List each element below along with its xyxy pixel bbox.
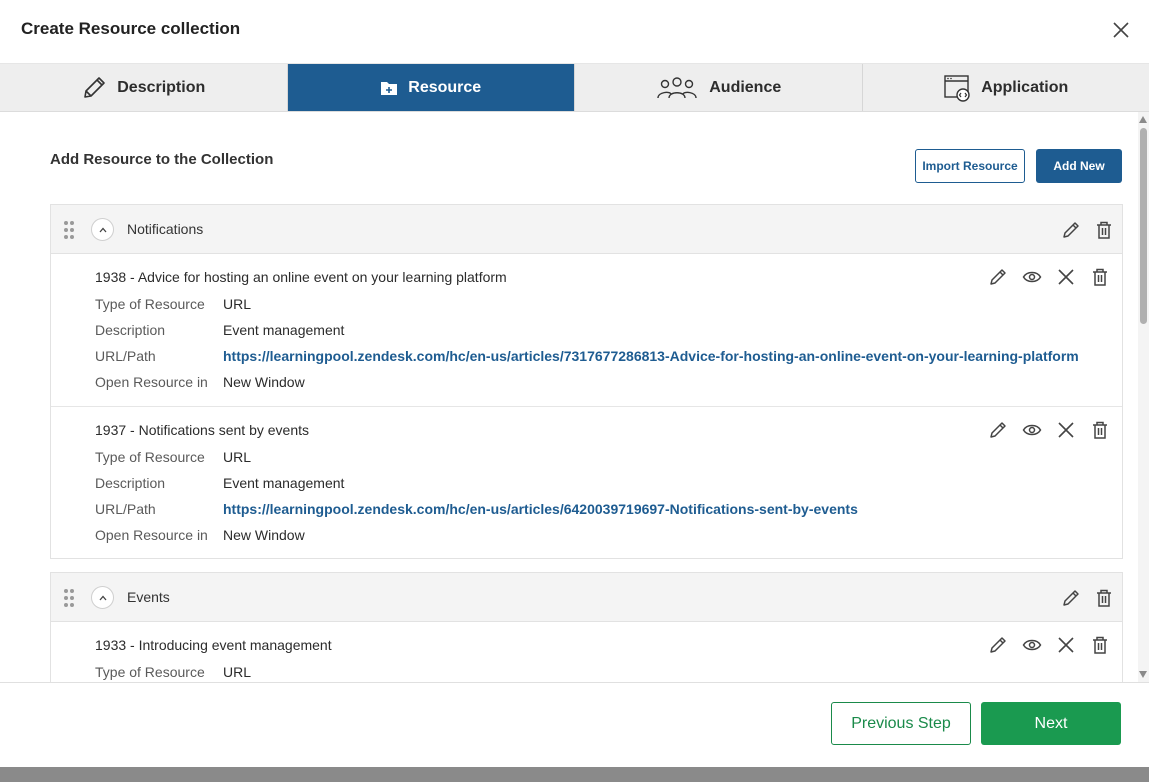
people-icon <box>655 76 699 100</box>
trash-icon[interactable] <box>1089 266 1110 287</box>
tab-application[interactable]: Application <box>863 64 1149 111</box>
field-value: Event management <box>223 322 345 338</box>
resource-actions <box>987 634 1110 655</box>
field-value: URL <box>223 296 252 312</box>
field-label: URL/Path <box>95 501 156 517</box>
edit-icon[interactable] <box>987 419 1008 440</box>
wizard-tabs: Description Resource Audience Applicatio… <box>0 64 1149 112</box>
resource-actions <box>987 266 1110 287</box>
resource-title: 1933 - Introducing event management <box>95 637 332 653</box>
group-name: Notifications <box>127 221 204 237</box>
group-header: Events <box>51 573 1122 622</box>
field-label: Type of Resource <box>95 296 205 312</box>
open-in-row: Open Resource in New Window <box>95 527 305 543</box>
description-row: Description Event management <box>95 475 344 491</box>
edit-icon[interactable] <box>987 634 1008 655</box>
tab-description[interactable]: Description <box>0 64 288 111</box>
create-resource-collection-dialog: Create Resource collection Description R… <box>0 0 1149 767</box>
content-scrollbar[interactable] <box>1138 112 1149 682</box>
tab-audience[interactable]: Audience <box>575 64 863 111</box>
type-row: Type of Resource URL <box>95 449 251 465</box>
edit-icon[interactable] <box>1060 587 1081 608</box>
field-label: Open Resource in <box>95 374 208 390</box>
description-row: Description Event management <box>95 322 344 338</box>
field-label: Description <box>95 322 166 338</box>
field-label: URL/Path <box>95 348 156 364</box>
edit-icon[interactable] <box>987 266 1008 287</box>
import-resource-button[interactable]: Import Resource <box>915 149 1025 183</box>
chevron-up-icon[interactable] <box>91 586 114 609</box>
previous-step-button[interactable]: Previous Step <box>831 702 971 745</box>
resource-content: Add Resource to the Collection Import Re… <box>0 112 1149 682</box>
eye-icon[interactable] <box>1021 266 1042 287</box>
resource-actions <box>987 419 1110 440</box>
close-icon[interactable] <box>1055 266 1076 287</box>
close-icon[interactable] <box>1055 419 1076 440</box>
resource-title: 1937 - Notifications sent by events <box>95 422 310 438</box>
group-name: Events <box>127 589 170 605</box>
trash-icon[interactable] <box>1093 587 1114 608</box>
field-value: URL <box>223 664 252 680</box>
dialog-title: Create Resource collection <box>21 19 241 38</box>
drag-handle-icon[interactable] <box>63 588 75 608</box>
field-value: New Window <box>223 374 305 390</box>
application-window-icon <box>943 74 971 102</box>
field-label: Type of Resource <box>95 449 205 465</box>
field-value: New Window <box>223 527 305 543</box>
eye-icon[interactable] <box>1021 634 1042 655</box>
group-header: Notifications <box>51 205 1122 254</box>
tab-label: Audience <box>709 78 782 96</box>
tab-label: Application <box>981 78 1069 96</box>
resource-title: 1938 - Advice for hosting an online even… <box>95 269 507 285</box>
resource-group-notifications: Notifications 1938 - Advice for hosting … <box>50 204 1123 559</box>
pencil-icon <box>81 75 107 101</box>
tab-label: Description <box>117 78 206 96</box>
folder-plus-icon <box>380 80 398 96</box>
scrollbar-thumb[interactable] <box>1140 128 1147 324</box>
group-actions <box>1060 587 1114 608</box>
close-icon[interactable] <box>1111 20 1131 40</box>
field-value: URL <box>223 449 252 465</box>
tab-label: Resource <box>408 78 482 96</box>
scroll-up-arrow-icon[interactable] <box>1139 116 1147 123</box>
scroll-down-arrow-icon[interactable] <box>1139 671 1147 678</box>
edit-icon[interactable] <box>1060 219 1081 240</box>
field-label: Open Resource in <box>95 527 208 543</box>
url-row: URL/Path https://learningpool.zendesk.com… <box>95 501 858 517</box>
add-new-button[interactable]: Add New <box>1036 149 1122 183</box>
trash-icon[interactable] <box>1089 419 1110 440</box>
close-icon[interactable] <box>1055 634 1076 655</box>
trash-icon[interactable] <box>1089 634 1110 655</box>
dialog-header: Create Resource collection <box>0 0 1149 64</box>
field-label: Description <box>95 475 166 491</box>
chevron-up-icon[interactable] <box>91 218 114 241</box>
drag-handle-icon[interactable] <box>63 220 75 240</box>
group-actions <box>1060 219 1114 240</box>
resource-group-events: Events 1933 - Introducing event manageme… <box>50 572 1123 682</box>
eye-icon[interactable] <box>1021 419 1042 440</box>
resource-item: 1937 - Notifications sent by events Type… <box>51 407 1122 560</box>
open-in-row: Open Resource in New Window <box>95 374 305 390</box>
resource-item: 1938 - Advice for hosting an online even… <box>51 254 1122 407</box>
tab-resource[interactable]: Resource <box>287 64 575 111</box>
section-heading: Add Resource to the Collection <box>50 151 274 168</box>
resource-url-link[interactable]: https://learningpool.zendesk.com/hc/en-u… <box>223 501 858 517</box>
next-button[interactable]: Next <box>981 702 1121 745</box>
url-row: URL/Path https://learningpool.zendesk.com… <box>95 348 1079 364</box>
type-row: Type of Resource URL <box>95 296 251 312</box>
resource-item: 1933 - Introducing event management Type… <box>51 622 1122 682</box>
resource-url-link[interactable]: https://learningpool.zendesk.com/hc/en-u… <box>223 348 1079 364</box>
field-label: Type of Resource <box>95 664 205 680</box>
trash-icon[interactable] <box>1093 219 1114 240</box>
type-row: Type of Resource URL <box>95 664 251 680</box>
field-value: Event management <box>223 475 345 491</box>
dialog-footer: Previous Step Next <box>0 682 1149 767</box>
